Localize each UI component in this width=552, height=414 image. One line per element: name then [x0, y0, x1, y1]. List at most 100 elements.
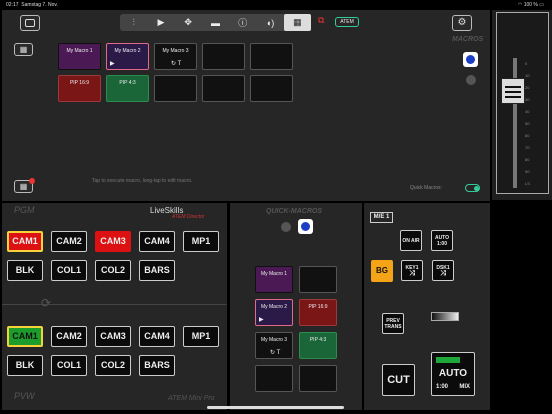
- auto-button[interactable]: AUTO 1:00 MIX: [431, 352, 475, 396]
- source-button-col1[interactable]: COL1: [51, 355, 87, 376]
- loop-text-icon: ↻ T: [270, 350, 281, 356]
- tbar-tick-label: 90: [525, 169, 530, 174]
- qm-grey-toggle[interactable]: [281, 222, 291, 232]
- tbar-handle[interactable]: [501, 78, 525, 104]
- tbar-track: 0 10 20 30 40 50 60 70 80 90 LS: [496, 12, 549, 194]
- toolbar-segment[interactable]: ◖): [256, 14, 283, 31]
- key-transition-icon: ⤨: [409, 269, 415, 277]
- source-button-cam2[interactable]: CAM2: [51, 231, 87, 252]
- macro-list-button[interactable]: ▦: [14, 43, 33, 56]
- macro-label: PIP 4:3: [309, 337, 327, 343]
- model-label: ATEM Mini Pro: [168, 395, 215, 402]
- tbar-tick-label: 50: [525, 121, 530, 126]
- source-button-cam4[interactable]: CAM4: [139, 231, 175, 252]
- source-button-cam3[interactable]: CAM3: [95, 326, 131, 347]
- settings-button[interactable]: ⚙: [452, 15, 472, 31]
- quick-macro-button[interactable]: My Macro 1: [255, 266, 293, 293]
- swap-icon[interactable]: ⟳: [41, 296, 51, 310]
- bg-button[interactable]: BG: [371, 260, 393, 282]
- source-button-bars[interactable]: BARS: [139, 355, 175, 376]
- quick-macros-switch[interactable]: [465, 184, 480, 192]
- macro-button[interactable]: [154, 75, 197, 102]
- tbar-tick-label: 70: [525, 145, 530, 150]
- macro-button[interactable]: PIP 4:3: [106, 75, 149, 102]
- macro-button[interactable]: [250, 75, 293, 102]
- quick-macro-button[interactable]: PIP 4:3: [299, 332, 337, 359]
- display-icon: [25, 19, 35, 27]
- home-indicator: [207, 406, 344, 409]
- toolbar-segment[interactable]: ⫶: [120, 14, 147, 31]
- macro-button[interactable]: PIP 16:9: [58, 75, 101, 102]
- toolbar-segment[interactable]: ⓘ: [229, 14, 256, 31]
- macro-button[interactable]: My Macro 3 ↻ T: [154, 43, 197, 70]
- quick-macro-button[interactable]: My Macro 2 ▶: [255, 299, 293, 326]
- source-button-cam2[interactable]: CAM2: [51, 326, 87, 347]
- macro-button[interactable]: My Macro 2 ▶: [106, 43, 149, 70]
- source-button-blk[interactable]: BLK: [7, 260, 43, 281]
- status-right: ◠ 100 % ▭: [517, 2, 544, 8]
- cut-button[interactable]: CUT: [382, 364, 415, 396]
- battery-icon: ▭: [539, 2, 544, 8]
- macro-label: My Macro 3: [162, 48, 189, 54]
- quick-macro-button[interactable]: PIP 16:9: [299, 299, 337, 326]
- tbar-tick-label: 40: [525, 109, 530, 114]
- grid-icon: ▦: [19, 45, 28, 54]
- source-button-cam1[interactable]: CAM1: [7, 231, 43, 252]
- macro-grey-toggle[interactable]: [466, 75, 476, 85]
- toolbar-segment[interactable]: ▶: [147, 14, 174, 31]
- macro-label: My Macro 1: [66, 48, 93, 54]
- macro-button[interactable]: [202, 75, 245, 102]
- record-dot-icon: [29, 178, 35, 184]
- qm-blue-toggle[interactable]: [298, 219, 313, 234]
- play-icon: ▶: [110, 61, 115, 67]
- on-air-button[interactable]: ON AIR: [400, 230, 422, 251]
- tbar-tick-label: 80: [525, 157, 530, 162]
- source-button-col2[interactable]: COL2: [95, 355, 131, 376]
- toolbar-segment[interactable]: ▦: [283, 14, 311, 31]
- dsk1-button[interactable]: DSK1 ⤨: [432, 260, 454, 281]
- status-bar: 02:17 Samstag 7. Nov. ◠ 100 % ▭: [0, 0, 552, 9]
- wifi-icon: ◠: [517, 2, 523, 8]
- quick-macro-button[interactable]: My Macro 3 ↻ T: [255, 332, 293, 359]
- gear-icon: ⚙: [457, 17, 467, 28]
- macro-button[interactable]: [250, 43, 293, 70]
- auto-rate-button[interactable]: AUTO 1:00: [431, 230, 453, 251]
- quick-macro-button[interactable]: [299, 365, 337, 392]
- macro-blue-toggle[interactable]: [463, 52, 478, 67]
- toolbar-segment[interactable]: ✥: [175, 14, 202, 31]
- me-selector[interactable]: M/E 1: [370, 212, 393, 223]
- tbar-tick-label: 10: [525, 73, 530, 78]
- toolbar-segment[interactable]: ▬: [202, 14, 229, 31]
- key1-button[interactable]: KEY1 ⤨: [401, 260, 423, 281]
- source-button-cam3[interactable]: CAM3: [95, 231, 131, 252]
- macro-button[interactable]: [202, 43, 245, 70]
- macro-hint: Tap to execute macro, long-tap to edit m…: [92, 178, 193, 184]
- loop-text-icon: ↻ T: [171, 61, 182, 67]
- macro-record-button[interactable]: ▦: [14, 178, 35, 193]
- quick-macro-button[interactable]: [299, 266, 337, 293]
- source-button-col1[interactable]: COL1: [51, 260, 87, 281]
- source-button-col2[interactable]: COL2: [95, 260, 131, 281]
- screen-toggle-button[interactable]: [20, 15, 40, 31]
- macro-button[interactable]: My Macro 1: [58, 43, 101, 70]
- source-button-bars[interactable]: BARS: [139, 260, 175, 281]
- source-button-blk[interactable]: BLK: [7, 355, 43, 376]
- prev-trans-button[interactable]: PREV TRANS: [382, 313, 404, 334]
- pgm-label: PGM: [14, 205, 35, 215]
- auto-progress: [436, 357, 460, 363]
- mini-tbar[interactable]: [431, 312, 459, 321]
- atem-connection-badge[interactable]: ATEM: [335, 17, 359, 27]
- macro-label: PIP 4:3: [119, 80, 136, 86]
- quick-macro-button[interactable]: [255, 365, 293, 392]
- source-button-cam4[interactable]: CAM4: [139, 326, 175, 347]
- status-time-date: 02:17 Samstag 7. Nov.: [6, 2, 58, 8]
- source-button-mp1[interactable]: MP1: [183, 231, 219, 252]
- tbar-tick-label: 60: [525, 133, 530, 138]
- macro-label: PIP 16:9: [308, 304, 328, 310]
- source-button-mp1[interactable]: MP1: [183, 326, 219, 347]
- grid-icon: ▦: [19, 182, 28, 191]
- toolbar-segmented: ⫶ ▶ ✥ ▬ ⓘ ◖) ▦: [120, 14, 311, 31]
- warning-icon[interactable]: ⧉: [318, 15, 330, 27]
- source-button-cam1[interactable]: CAM1: [7, 326, 43, 347]
- macro-label: My Macro 2: [260, 304, 288, 310]
